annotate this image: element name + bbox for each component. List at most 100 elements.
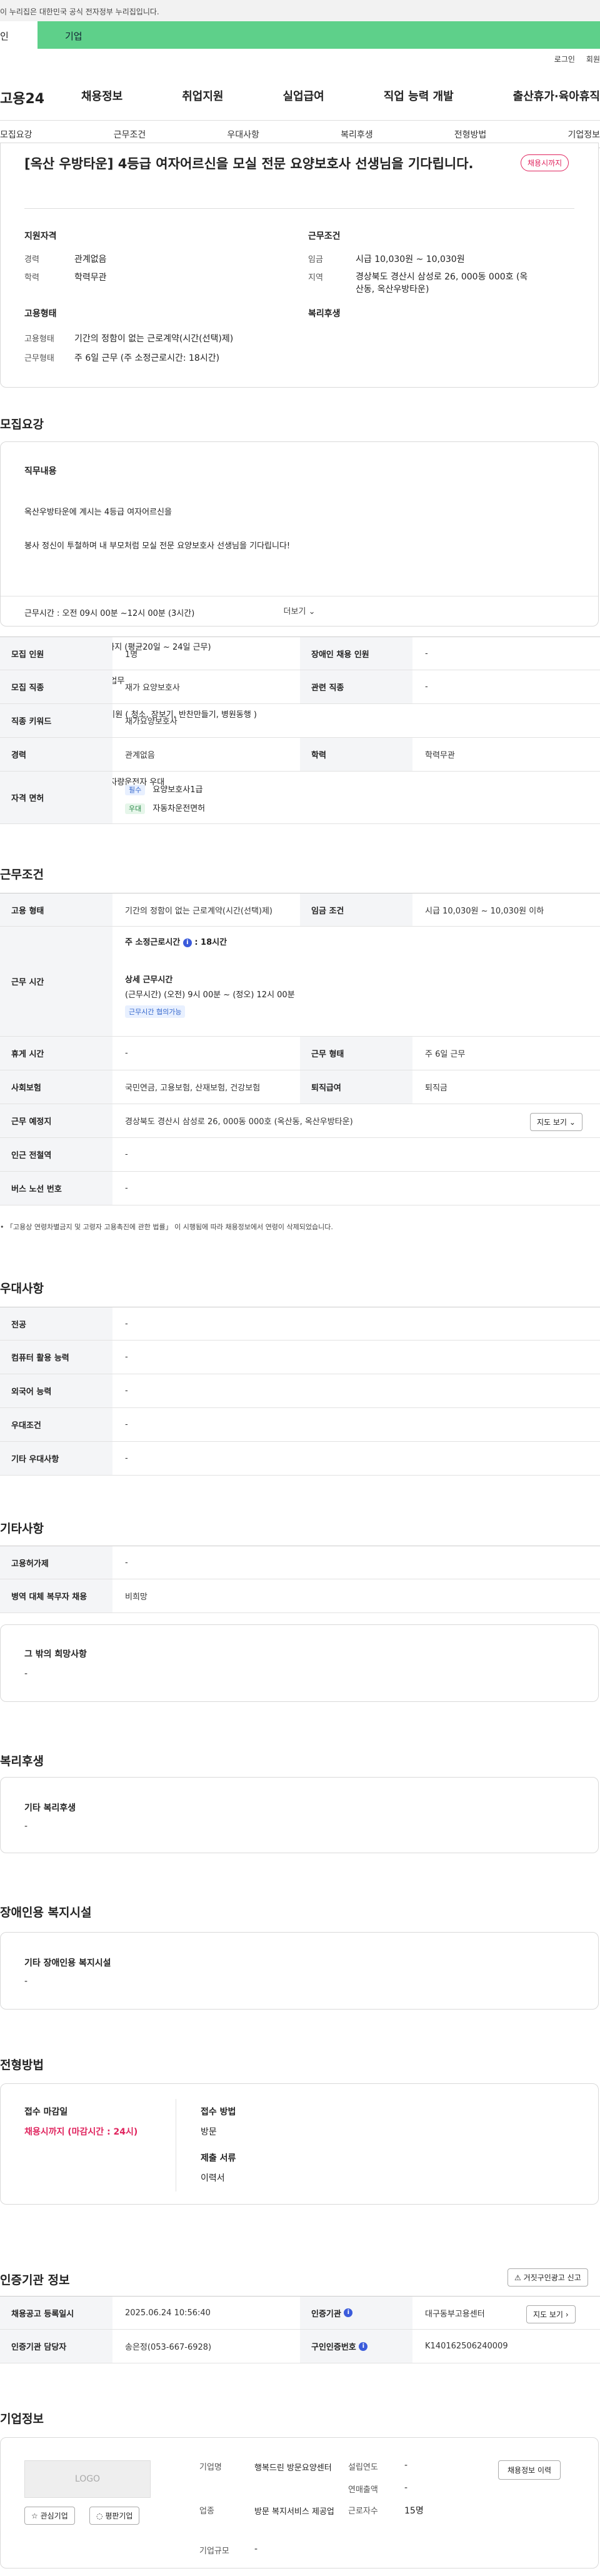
table-cell: K140162506240009 [425,2342,508,2351]
table-header: 퇴직급여 [300,1070,412,1104]
cert-table: 채용공고 등록일시 2025.06.24 10:56:40 인증기관 i 대구동… [0,2296,600,2363]
license-name: 자동차운전면허 [152,804,206,813]
table-header: 전공 [0,1307,112,1340]
table-row: 전공 - [0,1307,600,1341]
table-cell: - [125,1386,128,1396]
docs-value: 이력서 [201,2173,225,2183]
map-button-label: 지도 보기 [537,1118,567,1127]
sales-value: - [404,2483,408,2493]
cert-section-title: 인증기관 정보 [0,2273,70,2287]
report-button[interactable]: ⚠ 거짓구인광고 신고 [508,2268,588,2287]
deadline-label: 접수 마감일 [24,2107,68,2117]
biz-value: 행복드린 방문요양센터 [254,2463,332,2473]
map-button[interactable]: 지도 보기 ⌄ [530,1113,582,1131]
info-icon[interactable]: i [344,2308,353,2317]
method-label: 접수 방법 [201,2107,236,2117]
table-header: 고용 형태 [0,893,112,926]
nav-item-employment-support[interactable]: 취업지원 [182,88,223,104]
prefer-table: 전공 - 컴퓨터 활용 능력 - 외국어 능력 - 우대조건 - 기타 우대사항… [0,1307,600,1476]
process-section-title: 전형방법 [0,2058,44,2072]
more-label: 더보기 [283,607,306,616]
interest-button-label: 관심기업 [40,2512,68,2520]
anchor-prefer[interactable]: 우대사항 [227,128,259,141]
disabled-card: 기타 장애인용 복지시설 - [0,1932,599,2010]
table-cell: - [125,1319,128,1329]
anchor-condition[interactable]: 근무조건 [114,128,146,141]
anchor-recruit[interactable]: 모집요강 [0,128,32,141]
nav-item-training[interactable]: 직업 능력 개발 [384,88,454,104]
table-row: 버스 노선 번호 - [0,1172,600,1205]
qualification-title: 지원자격 [24,231,57,241]
nav-item-jobs[interactable]: 채용정보 [81,88,122,104]
anchor-company[interactable]: 기업정보 [568,128,600,141]
worktype-label: 근무형태 [24,354,54,363]
table-cell: 재가요양보호사 [125,717,178,727]
table-cell: 학력무관 [425,751,455,760]
table-header: 장애인 채용 인원 [300,637,412,670]
table-cell: 재가 요양보호사 [125,683,180,693]
table-cell: 관계없음 [125,751,155,760]
main-nav: 채용정보 취업지원 실업급여 직업 능력 개발 출산휴가·육아휴직 [81,88,600,104]
detail-hours-value: (근무시간) (오전) 9시 00분 ~ (정오) 12시 00분 [125,990,295,1000]
etc-table: 고용허가제 - 병역 대체 복무자 채용 비희망 [0,1546,600,1613]
tab-business[interactable]: 기업 [38,21,600,49]
welfare-box-value: - [24,1821,28,1831]
process-card: 접수 마감일 채용시까지 (마감시간 : 24시) 접수 방법 방문 제출 서류… [0,2083,599,2205]
table-cell: 대구동부고용센터 [425,2309,485,2319]
table-cell: - [125,1420,128,1429]
join-link[interactable]: 회원 [586,54,600,64]
year-label: 설립연도 [348,2463,378,2472]
weekly-hours-value: : 18시간 [194,938,228,947]
flex-hours-chip: 근무시간 협의가능 [125,1005,186,1018]
table-cell: 1명 [125,650,138,660]
info-icon[interactable]: i [359,2342,368,2351]
disabled-section-title: 장애인용 복지시설 [0,1906,92,1919]
status-badge: 채용시까지 [521,154,569,171]
review-button[interactable]: ◌ 평판기업 [89,2507,140,2525]
table-header: 근무 예정지 [0,1104,112,1137]
table-header: 모집 인원 [0,637,112,670]
table-cell: 송은정(053-667-6928) [125,2343,212,2352]
table-row: 인증기관 담당자 송은정(053-667-6928) 구인인증번호 i K140… [0,2330,600,2363]
org-label: 인증기관 [311,2309,341,2319]
table-row: 컴퓨터 활용 능력 - [0,1341,600,1374]
recruit-table: 모집 인원 1명 장애인 채용 인원 - 모집 직종 재가 요양보호사 관련 직… [0,636,600,835]
table-header: 휴게 시간 [0,1037,112,1070]
anchor-welfare[interactable]: 복리후생 [341,128,373,141]
site-logo[interactable]: 고용24 [0,88,44,108]
more-button[interactable]: 더보기 ⌄ [1,605,598,616]
employ-type-value: 기간의 정함이 없는 근로계약(시간(선택)제) [74,334,234,344]
job-history-button[interactable]: 채용정보 이력 [498,2460,561,2480]
table-row: 휴게 시간 - 근무 형태 주 6일 근무 [0,1037,600,1070]
table-header: 병역 대체 복무자 채용 [0,1579,112,1613]
table-row: 근무 예정지 경상북도 경산시 삼성로 26, 000동 000호 (옥산동, … [0,1104,600,1138]
nav-item-leave[interactable]: 출산휴가·육아휴직 [513,88,600,104]
company-section-title: 기업정보 [0,2412,44,2426]
job-line [24,575,562,586]
region-value: 경상북도 경산시 삼성로 26, 000동 000호 (옥산동, 옥산우방타운) [356,272,528,294]
industry-label: 업종 [199,2507,214,2516]
login-link[interactable]: 로그인 [554,54,575,64]
table-cell: - [125,1049,128,1058]
tab-personal[interactable]: 인 [0,21,38,49]
welfare-section-title: 복리후생 [0,1754,44,1768]
table-header: 모집 직종 [0,670,112,703]
interest-button[interactable]: ☆ 관심기업 [24,2507,75,2525]
summary-divider [24,208,574,209]
info-icon[interactable]: i [182,938,192,947]
review-button-label: 평판기업 [105,2512,133,2520]
job-line: 봉사 정신이 투철하며 내 부모처럼 모실 전문 요양보호사 선생님을 기다립니… [24,541,291,551]
age-notice: • 「고용상 연령차별금지 및 고령자 고용촉진에 관한 법률」 이 시행됨에 … [0,1223,333,1231]
cert-map-button[interactable]: 지도 보기 › [526,2305,576,2323]
sales-label: 연매출액 [348,2485,378,2495]
staff-label: 근로자수 [348,2507,378,2516]
disabled-box-title: 기타 장애인용 복지시설 [24,1958,111,1968]
cert-map-button-label: 지도 보기 [533,2310,563,2319]
table-header: 관련 직종 [300,670,412,703]
nav-item-unemployment[interactable]: 실업급여 [283,88,324,104]
table-header: 고용허가제 [0,1546,112,1579]
anchor-process[interactable]: 전형방법 [454,128,487,141]
table-cell: - [125,1150,128,1159]
table-header: 인근 전철역 [0,1138,112,1171]
table-header: 사회보험 [0,1070,112,1104]
